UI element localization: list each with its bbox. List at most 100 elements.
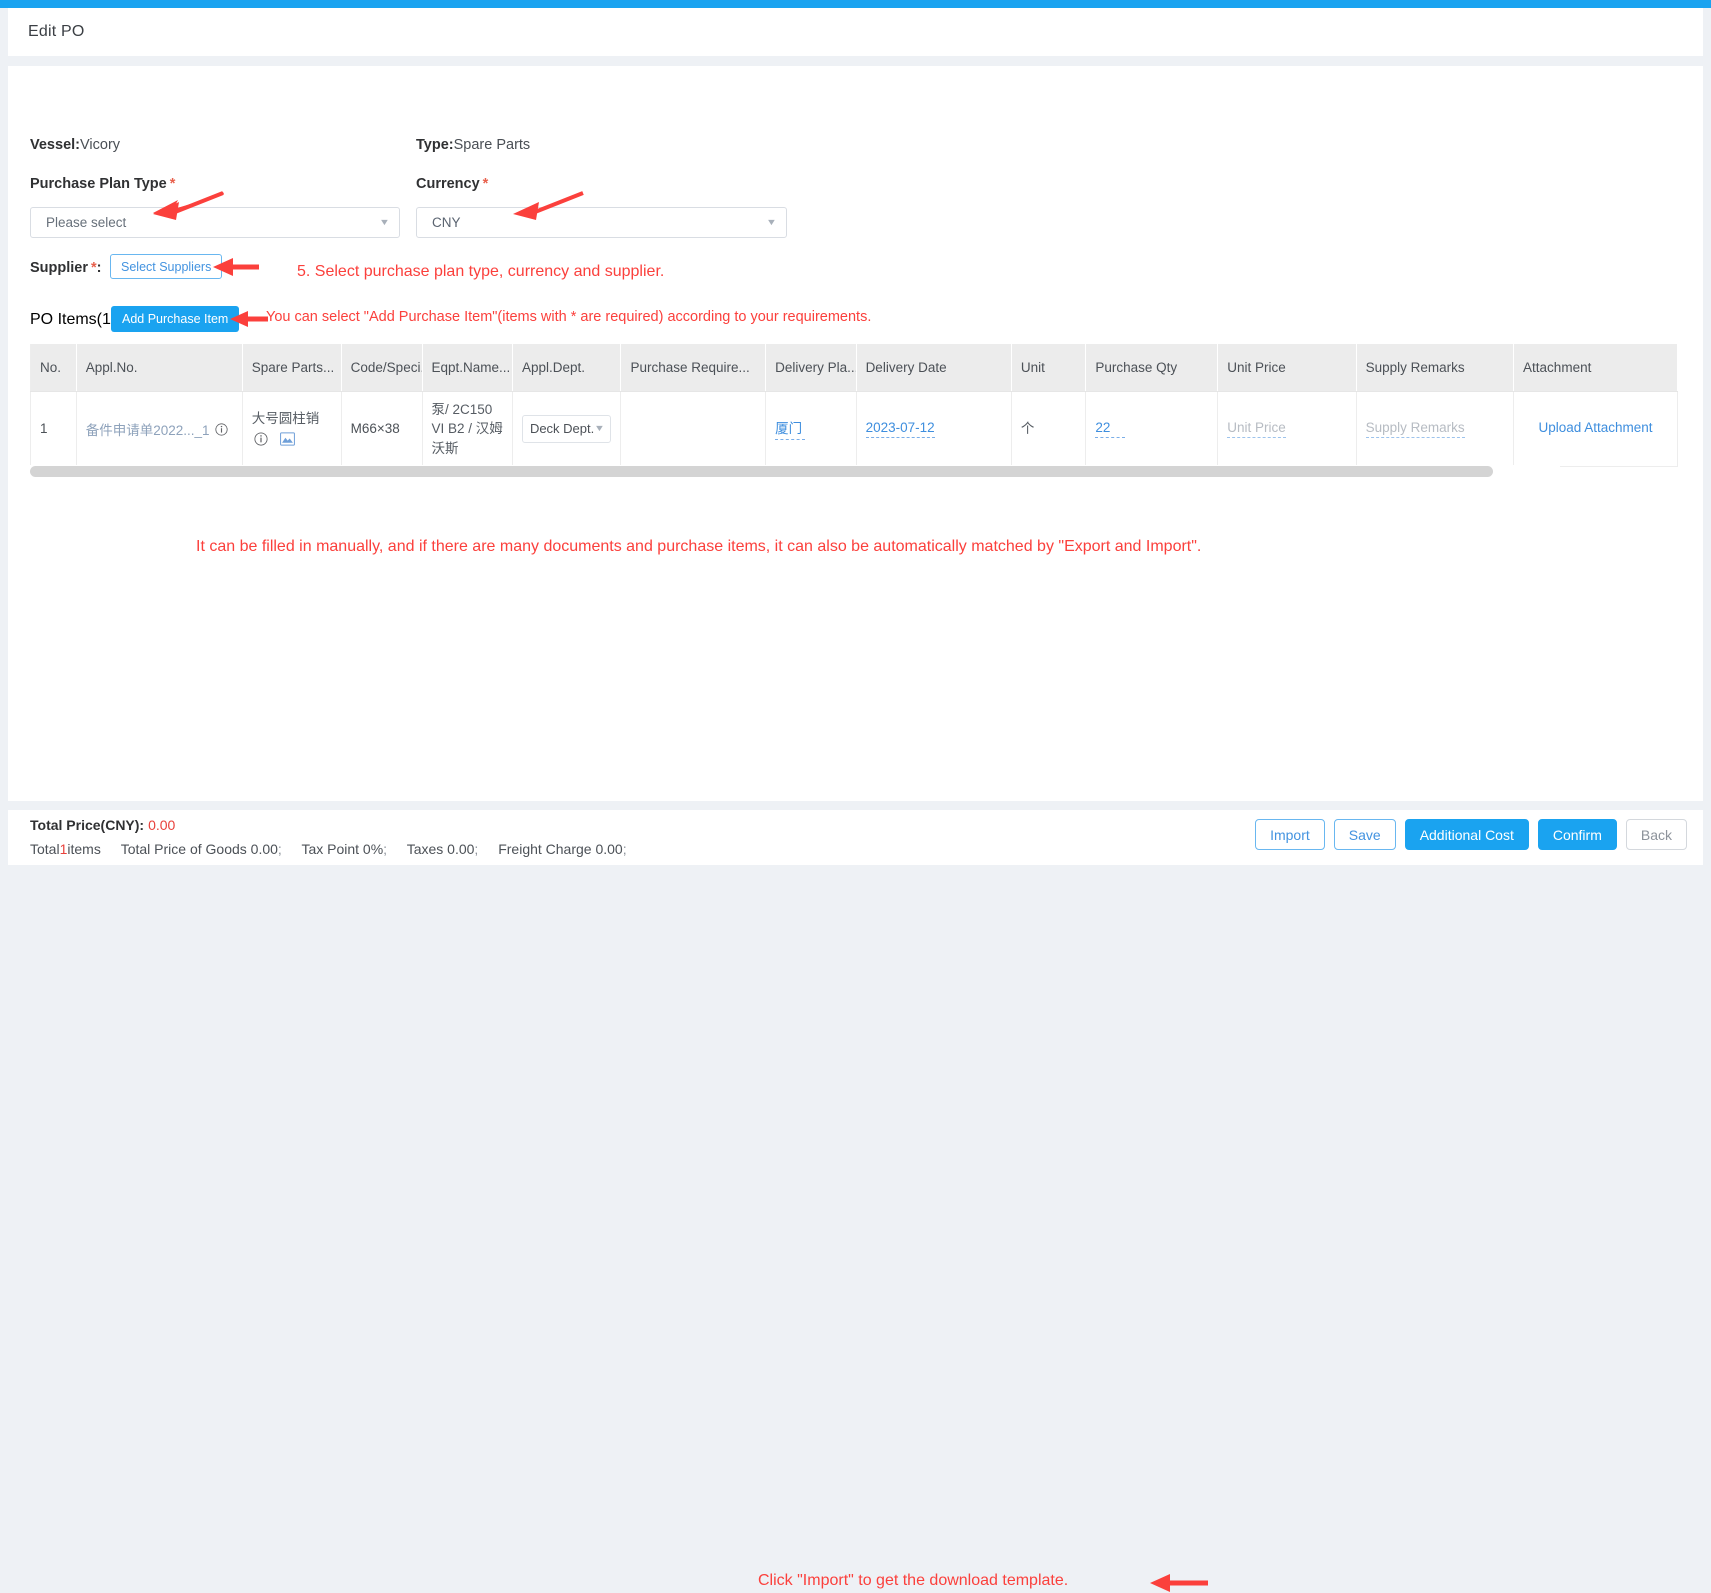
total-price-value: 0.00: [148, 817, 176, 833]
column-header-delivery-date: Delivery Date: [856, 344, 1012, 392]
arrow-to-purchase-plan-type: [145, 190, 225, 224]
window-body: Vessel:Vicory Type:Spare Parts Purchase …: [8, 57, 1703, 865]
cell-purchase-require[interactable]: [620, 391, 767, 468]
arrow-to-select-suppliers: [211, 256, 261, 278]
edit-po-window: Edit PO Vessel:Vicory Type:Spare Parts P…: [8, 8, 1703, 1592]
total-items: Total1items: [30, 841, 105, 857]
unit-price-input[interactable]: Unit Price: [1227, 420, 1286, 438]
cell-spare-parts: 大号圆柱销: [242, 391, 342, 468]
save-button[interactable]: Save: [1333, 819, 1396, 850]
column-header-purchase-require: Purchase Require...: [620, 344, 767, 392]
scrollbar-thumb[interactable]: [30, 466, 1493, 477]
column-header-supply-remarks: Supply Remarks: [1356, 344, 1515, 392]
total-price-label: Total Price(CNY):: [30, 817, 145, 833]
taxes-text: Taxes 0.00: [406, 841, 475, 857]
appl-dept-value: Deck Dept.: [529, 421, 595, 437]
table-row: 1 备件申请单2022..._1 大号圆柱销 M66×38 泵/ 2C150 V…: [30, 391, 1678, 468]
annotation-step5: 5. Select purchase plan type, currency a…: [297, 263, 665, 280]
cell-no: 1: [30, 391, 77, 468]
info-circle-icon[interactable]: [215, 423, 228, 439]
total-price-of-goods: Total Price of Goods 0.00;: [121, 841, 282, 857]
arrow-to-import-button: [1148, 1573, 1210, 1593]
upload-attachment-link[interactable]: Upload Attachment: [1523, 420, 1668, 437]
column-header-appl-dept: Appl.Dept.: [512, 344, 622, 392]
column-header-delivery-place: Delivery Pla...: [765, 344, 857, 392]
unit-value: 个: [1020, 421, 1035, 437]
type-value: Spare Parts: [453, 137, 531, 153]
cell-supply-remarks: Supply Remarks: [1356, 391, 1515, 468]
add-purchase-item-button[interactable]: Add Purchase Item: [111, 306, 240, 332]
currency-label: Currency: [416, 176, 480, 192]
type-field: Type:Spare Parts: [416, 137, 530, 153]
cell-appl-dept: Deck Dept. ▼: [512, 391, 622, 468]
column-header-eqpt-name: Eqpt.Name...: [422, 344, 513, 392]
total-prefix: Total: [30, 841, 60, 857]
column-header-attachment: Attachment: [1513, 344, 1678, 392]
totals-detail-row: Total1items Total Price of Goods 0.00; T…: [30, 841, 643, 857]
chevron-down-icon: ▼: [765, 217, 778, 227]
confirm-button[interactable]: Confirm: [1537, 819, 1617, 850]
back-button[interactable]: Back: [1625, 819, 1687, 850]
semicolon: ;: [474, 841, 479, 857]
info-circle-icon[interactable]: [254, 432, 268, 449]
table-header-row: No. Appl.No. Spare Parts... Code/Speci..…: [30, 344, 1678, 392]
currency-select[interactable]: CNY ▼: [416, 207, 787, 238]
supplier-colon: :: [96, 260, 102, 276]
cell-unit-price: Unit Price: [1217, 391, 1357, 468]
arrow-to-currency: [505, 190, 585, 224]
column-header-no: No.: [30, 344, 77, 392]
delivery-date-input[interactable]: 2023-07-12: [865, 420, 935, 438]
footer-button-row: Import Save Additional Cost Confirm Back: [1255, 819, 1687, 850]
cell-appl-no: 备件申请单2022..._1: [76, 391, 243, 468]
vessel-label: Vessel:: [30, 137, 80, 153]
supplier-label: Supplier: [30, 260, 89, 276]
type-label: Type:: [416, 137, 454, 153]
required-asterisk: *: [482, 176, 489, 192]
additional-cost-button[interactable]: Additional Cost: [1404, 819, 1529, 850]
chevron-down-icon: ▼: [378, 217, 391, 227]
appl-no-link[interactable]: 备件申请单2022..._1: [86, 423, 210, 438]
delivery-place-input[interactable]: 厦门: [775, 417, 806, 441]
eqpt-name-value: 泵/ 2C150 VI B2 / 汉姆沃斯: [431, 401, 503, 456]
import-button[interactable]: Import: [1255, 819, 1325, 850]
total-suffix: items: [67, 841, 101, 857]
freight-charge: Freight Charge 0.00;: [498, 841, 626, 857]
semicolon: ;: [383, 841, 388, 857]
vessel-value: Vicory: [80, 137, 121, 153]
cell-purchase-qty: 22: [1085, 391, 1219, 468]
total-price-of-goods-text: Total Price of Goods 0.00: [120, 841, 278, 857]
cell-code-spec: M66×38: [341, 391, 423, 468]
top-accent-bar: [0, 0, 1711, 8]
chevron-down-icon: ▼: [593, 423, 605, 434]
semicolon: ;: [277, 841, 282, 857]
table-horizontal-scrollbar[interactable]: [30, 465, 1560, 478]
po-items-table-wrap: No. Appl.No. Spare Parts... Code/Speci..…: [30, 344, 1678, 468]
tax-point-text: Tax Point 0%: [301, 841, 384, 857]
cell-delivery-place: 厦门: [765, 391, 857, 468]
cell-unit: 个: [1011, 391, 1087, 468]
tax-point: Tax Point 0%;: [301, 841, 387, 857]
cell-eqpt-name: 泵/ 2C150 VI B2 / 汉姆沃斯: [422, 391, 513, 468]
currency-value: CNY: [432, 215, 461, 230]
image-icon[interactable]: [280, 432, 296, 449]
window-titlebar: Edit PO: [8, 8, 1703, 57]
supply-remarks-input[interactable]: Supply Remarks: [1365, 420, 1465, 438]
footer-bar: Total Price(CNY): 0.00 Total1items Total …: [8, 801, 1703, 1592]
column-header-unit-price: Unit Price: [1217, 344, 1357, 392]
select-suppliers-button[interactable]: Select Suppliers: [110, 254, 223, 279]
po-items-table: No. Appl.No. Spare Parts... Code/Speci..…: [30, 344, 1678, 468]
column-header-spare-parts: Spare Parts...: [242, 344, 342, 392]
freight-charge-text: Freight Charge 0.00: [498, 841, 623, 857]
column-header-code-spec: Code/Speci...: [341, 344, 423, 392]
column-header-unit: Unit: [1011, 344, 1087, 392]
cell-delivery-date: 2023-07-12: [856, 391, 1012, 468]
supplier-label-wrap: Supplier *:: [30, 259, 102, 277]
total-price-row: Total Price(CNY): 0.00: [30, 817, 175, 833]
spare-parts-name: 大号圆柱销: [251, 411, 320, 427]
annotation-fill-manually: It can be filled in manually, and if the…: [196, 538, 1202, 555]
vessel-field: Vessel:Vicory: [30, 137, 120, 153]
appl-dept-select[interactable]: Deck Dept. ▼: [521, 414, 612, 443]
column-header-purchase-qty: Purchase Qty: [1085, 344, 1219, 392]
currency-label-wrap: Currency *: [416, 175, 488, 193]
purchase-qty-input[interactable]: 22: [1095, 420, 1126, 438]
